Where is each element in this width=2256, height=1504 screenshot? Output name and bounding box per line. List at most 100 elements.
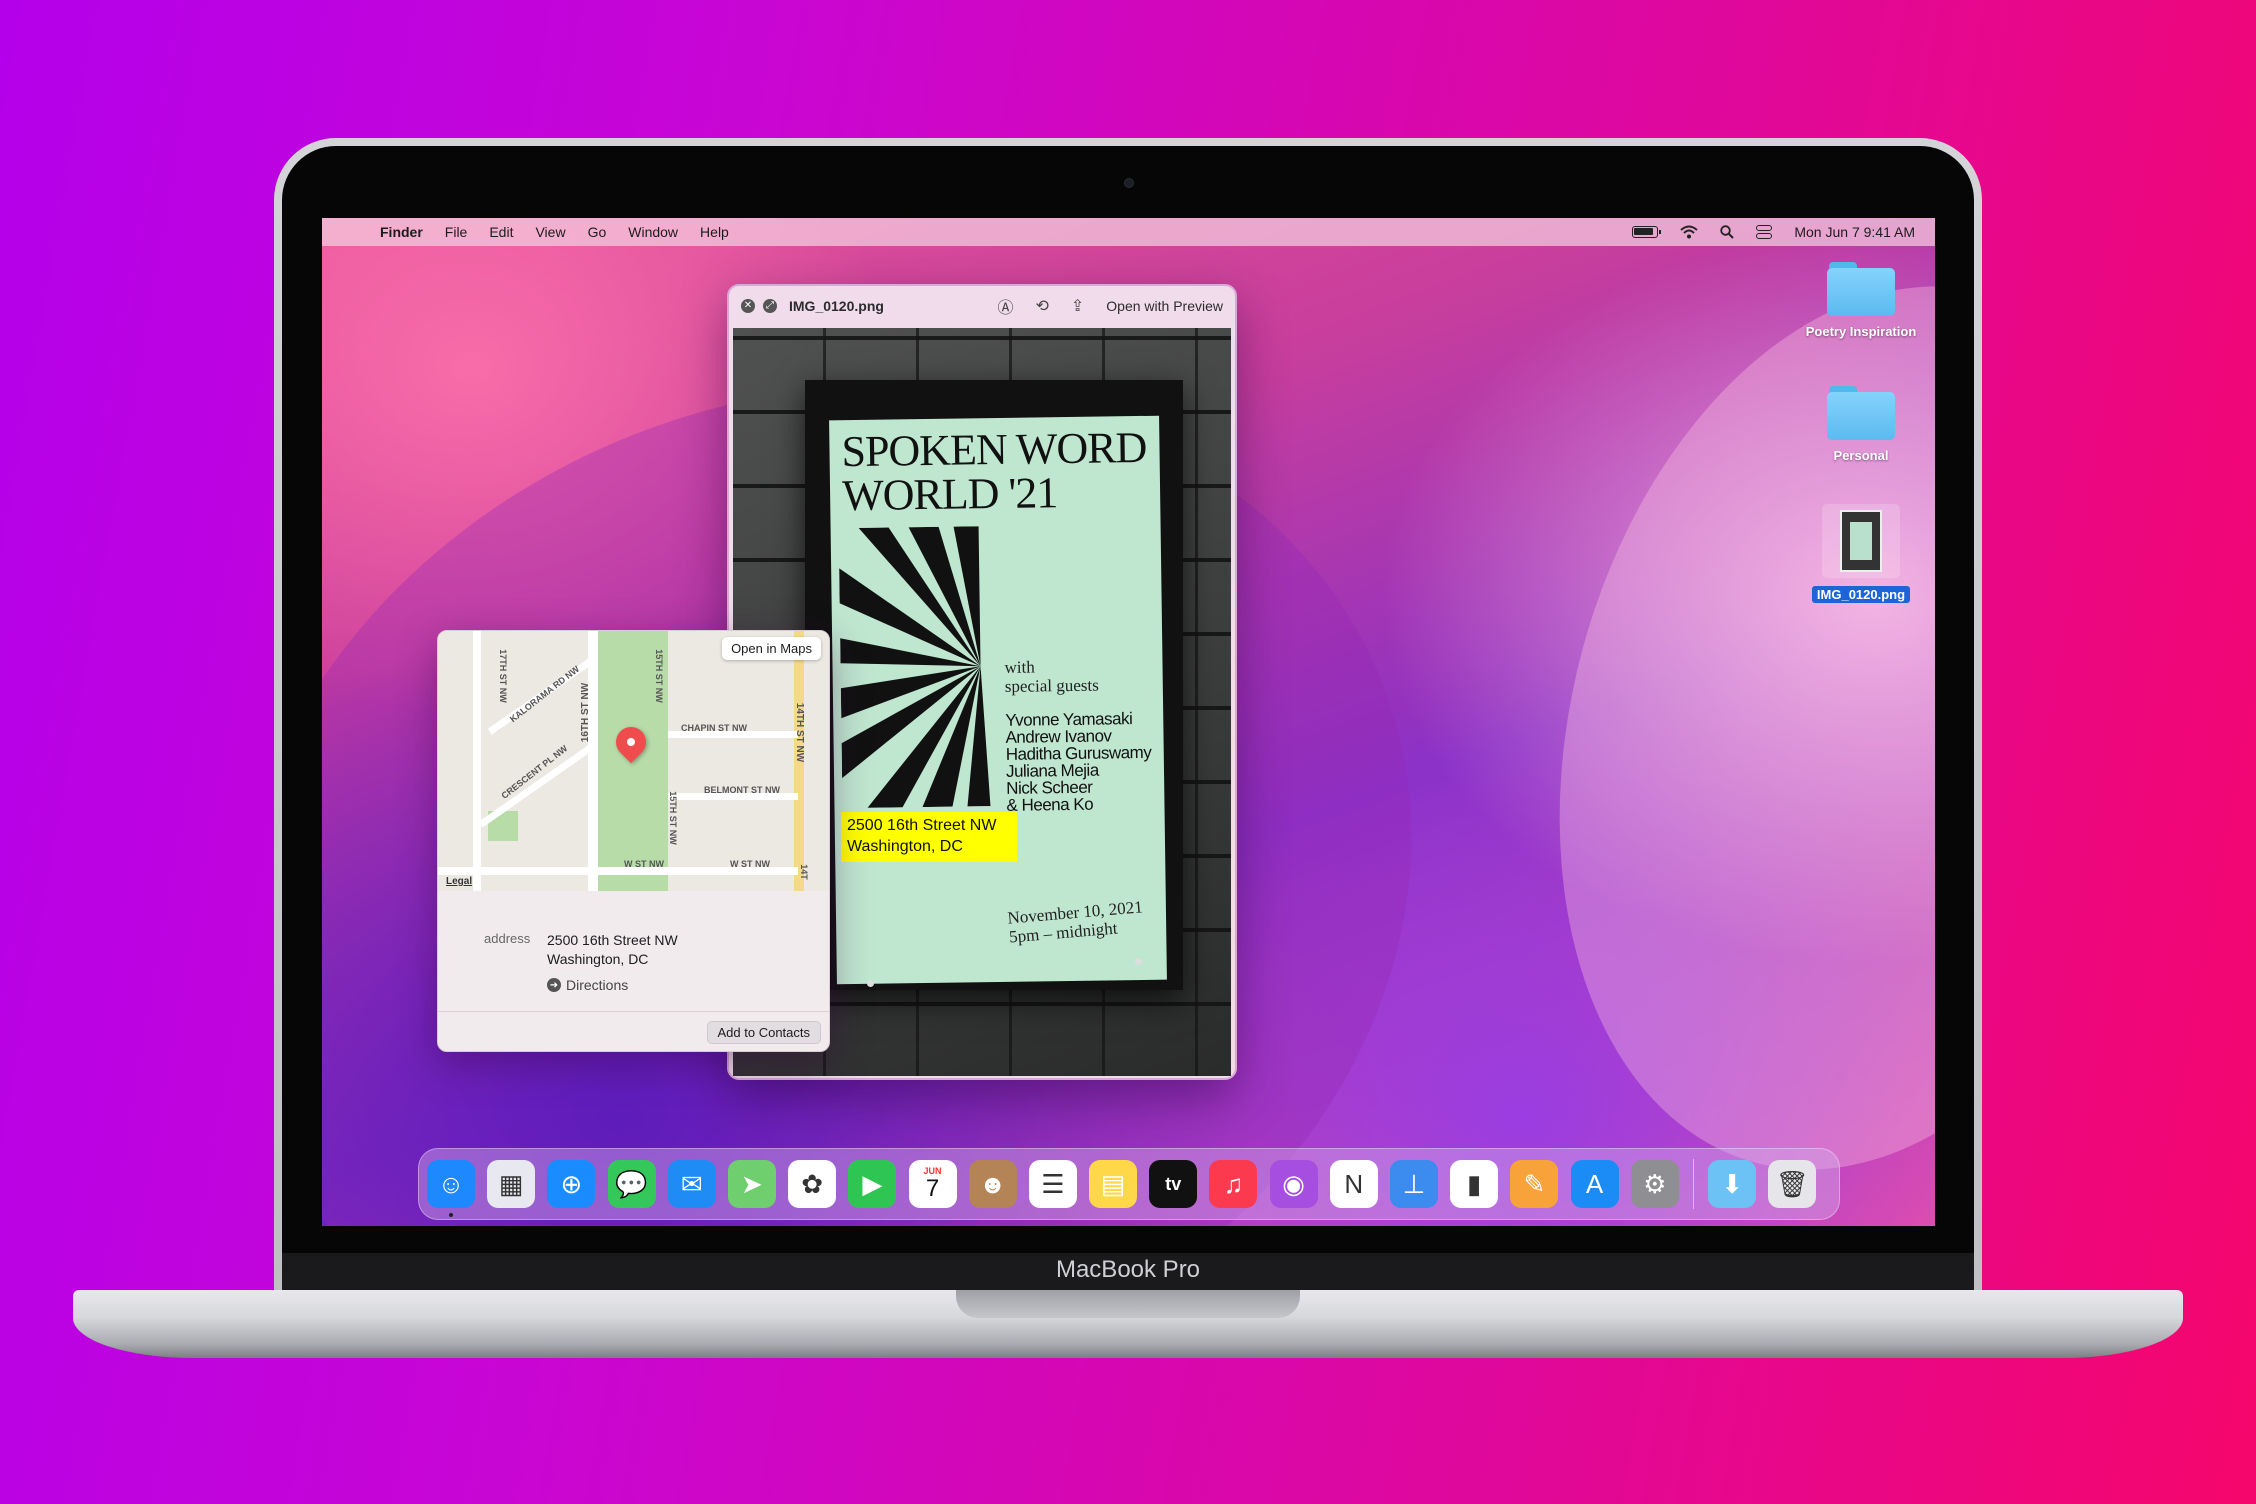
menu-help[interactable]: Help xyxy=(700,224,729,240)
quick-look-titlebar: ✕ ⤢ IMG_0120.png Ⓐ ⟲ ⇪ Open with Preview xyxy=(729,286,1235,326)
reminders-icon[interactable]: ☰ xyxy=(1028,1160,1077,1208)
add-to-contacts-button[interactable]: Add to Contacts xyxy=(706,1021,821,1044)
street-label: 17TH ST NW xyxy=(497,649,508,703)
road xyxy=(478,741,598,828)
detected-address-line: Washington, DC xyxy=(847,838,963,855)
laptop-brand-label: MacBook Pro xyxy=(1055,1256,1201,1283)
news-icon[interactable]: N xyxy=(1329,1160,1378,1208)
address-line: 2500 16th Street NW xyxy=(547,932,678,948)
photos-icon[interactable]: ✿ xyxy=(788,1160,837,1208)
screw xyxy=(867,980,874,987)
divider xyxy=(438,1011,829,1012)
maps-icon[interactable]: ➤ xyxy=(727,1160,776,1208)
road xyxy=(588,631,598,891)
street-label: KALORAMA RD NW xyxy=(507,663,582,725)
battery-icon[interactable] xyxy=(1632,226,1662,238)
legal-link[interactable]: Legal xyxy=(446,876,472,887)
menu-clock[interactable]: Mon Jun 7 9:41 AM xyxy=(1794,224,1915,240)
dock-separator xyxy=(1692,1159,1694,1209)
tv-label: tv xyxy=(1165,1173,1182,1194)
street-label: W ST NW xyxy=(730,859,770,869)
desktop: Finder File Edit View Go Window Help Mon… xyxy=(322,218,1935,1226)
menu-edit[interactable]: Edit xyxy=(489,224,513,240)
menu-file[interactable]: File xyxy=(445,224,468,240)
poster-date: November 10, 2021 5pm – midnight xyxy=(1007,897,1145,946)
street-label: W ST NW xyxy=(624,859,664,869)
poster-title-line: SPOKEN WORD xyxy=(841,422,1147,477)
poster-subtitle: with special guests xyxy=(1004,657,1098,695)
close-icon[interactable]: ✕ xyxy=(741,299,755,313)
street-label: CHAPIN ST NW xyxy=(681,723,747,733)
folder-icon xyxy=(1827,262,1895,316)
trash-icon[interactable]: 🗑 xyxy=(1768,1160,1817,1208)
quick-look-title: IMG_0120.png xyxy=(789,298,884,314)
contacts-icon[interactable]: ☻ xyxy=(968,1160,1017,1208)
tv-icon[interactable]: tv xyxy=(1149,1160,1198,1208)
poster-guest-list: Yvonne Yamasaki Andrew Ivanov Haditha Gu… xyxy=(1005,709,1152,815)
map-view[interactable]: 17TH ST NW KALORAMA RD NW 16TH ST NW 15T… xyxy=(438,631,829,891)
running-indicator xyxy=(449,1213,453,1217)
poster-guest: & Heena Ko xyxy=(1006,794,1094,815)
open-with-preview-button[interactable]: Open with Preview xyxy=(1106,298,1223,314)
downloads-folder-icon[interactable]: ⬇ xyxy=(1708,1160,1757,1208)
detected-address-highlight[interactable]: 2500 16th Street NW Washington, DC xyxy=(841,812,1017,862)
markup-icon[interactable]: Ⓐ xyxy=(997,294,1013,318)
directions-arrow-icon: ➜ xyxy=(547,978,561,992)
detected-address-line: 2500 16th Street NW xyxy=(847,817,997,834)
menu-app-name[interactable]: Finder xyxy=(380,224,423,240)
spotlight-search-icon[interactable] xyxy=(1720,225,1735,239)
poster-title-line: WORLD '21 xyxy=(841,468,1058,521)
street-label: 15TH ST NW xyxy=(653,649,664,703)
poster: SPOKEN WORD WORLD '21 with special guest… xyxy=(829,415,1167,985)
poster-title: SPOKEN WORD WORLD '21 xyxy=(841,422,1147,521)
laptop-opening-notch xyxy=(956,1290,1300,1318)
app-store-icon[interactable]: A xyxy=(1570,1160,1619,1208)
pages-icon[interactable]: ✎ xyxy=(1510,1160,1559,1208)
image-thumbnail xyxy=(1822,504,1900,578)
music-icon[interactable]: ♫ xyxy=(1209,1160,1258,1208)
calendar-icon[interactable]: JUN 7 xyxy=(908,1160,957,1208)
folder-icon xyxy=(1827,386,1895,440)
mail-icon[interactable]: ✉ xyxy=(667,1160,716,1208)
menu-bar: Finder File Edit View Go Window Help Mon… xyxy=(322,218,1935,246)
share-icon[interactable]: ⇪ xyxy=(1071,296,1084,316)
camera-icon xyxy=(1124,178,1134,188)
numbers-icon[interactable]: ▮ xyxy=(1450,1160,1499,1208)
menu-go[interactable]: Go xyxy=(588,224,607,240)
control-center-icon[interactable] xyxy=(1756,225,1773,239)
street-label: BELMONT ST NW xyxy=(704,785,780,795)
messages-icon[interactable]: 💬 xyxy=(607,1160,656,1208)
desktop-item-label: Poetry Inspiration xyxy=(1805,324,1917,339)
dock: ☺ ▦ ⊕ 💬 ✉ ➤ ✿ ▶ JUN 7 ☻ ☰ ▤ tv ♫ ◉ N ⊥ ▮ ✎ A ⚙ ⬇ 🗑 xyxy=(418,1148,1840,1220)
wallpaper-wave xyxy=(1465,218,1935,1226)
menu-window[interactable]: Window xyxy=(628,224,678,240)
desktop-file-img-0120[interactable]: IMG_0120.png xyxy=(1791,504,1931,604)
finder-icon[interactable]: ☺ xyxy=(427,1160,475,1217)
poster-subtitle-line: with xyxy=(1004,657,1035,677)
starburst-graphic xyxy=(839,526,991,808)
keynote-icon[interactable]: ⊥ xyxy=(1390,1160,1438,1208)
desktop-folder-poetry-inspiration[interactable]: Poetry Inspiration xyxy=(1791,262,1931,339)
wifi-icon[interactable] xyxy=(1680,225,1699,239)
fullscreen-icon[interactable]: ⤢ xyxy=(763,299,777,313)
menu-view[interactable]: View xyxy=(535,224,565,240)
address-line: Washington, DC xyxy=(547,951,649,967)
road xyxy=(473,631,481,891)
open-in-maps-button[interactable]: Open in Maps xyxy=(722,637,821,660)
podcasts-icon[interactable]: ◉ xyxy=(1269,1160,1318,1208)
screw xyxy=(1135,958,1142,965)
desktop-item-label: IMG_0120.png xyxy=(1811,586,1911,603)
desktop-item-label: Personal xyxy=(1833,448,1889,463)
desktop-folder-personal[interactable]: Personal xyxy=(1791,386,1931,463)
address-label: address xyxy=(484,931,531,946)
rotate-icon[interactable]: ⟲ xyxy=(1035,296,1048,316)
safari-icon[interactable]: ⊕ xyxy=(547,1160,596,1208)
street-label: 14T xyxy=(798,864,809,880)
launchpad-icon[interactable]: ▦ xyxy=(487,1160,536,1208)
directions-label: Directions xyxy=(566,977,629,993)
notes-icon[interactable]: ▤ xyxy=(1089,1160,1138,1208)
directions-link[interactable]: ➜ Directions xyxy=(547,977,628,993)
address-popover: 17TH ST NW KALORAMA RD NW 16TH ST NW 15T… xyxy=(437,630,830,1052)
facetime-icon[interactable]: ▶ xyxy=(848,1160,897,1208)
system-preferences-icon[interactable]: ⚙ xyxy=(1630,1160,1679,1208)
